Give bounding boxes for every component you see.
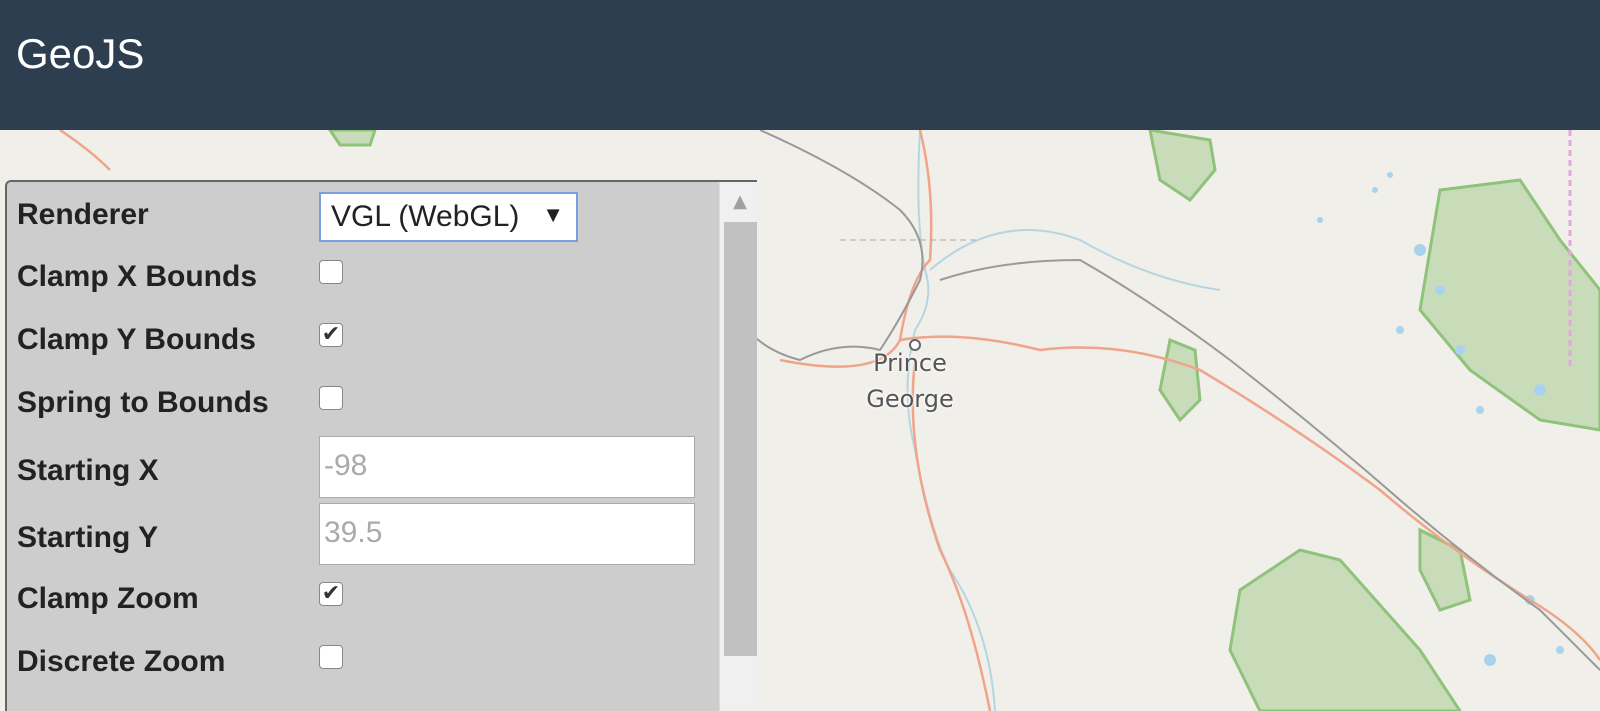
start-y-label: Starting Y: [17, 521, 159, 554]
clamp-zoom-row: Clamp Zoom ✔: [17, 568, 697, 628]
clamp-y-row: Clamp Y Bounds ✔: [17, 309, 697, 369]
discrete-zoom-checkbox[interactable]: [319, 645, 343, 669]
renderer-row: Renderer VGL (WebGL) ▼: [17, 184, 697, 244]
controls-panel: Renderer VGL (WebGL) ▼ Clamp X Bounds Cl…: [5, 180, 757, 711]
start-x-label: Starting X: [17, 454, 159, 487]
spring-row: Spring to Bounds: [17, 372, 697, 432]
app-header: GeoJS: [0, 0, 1600, 130]
city-label-line1: Prince: [873, 349, 947, 377]
spring-label: Spring to Bounds: [17, 386, 269, 419]
clamp-x-row: Clamp X Bounds: [17, 246, 697, 306]
clamp-zoom-label: Clamp Zoom: [17, 582, 199, 615]
start-x-row: Starting X -98: [17, 436, 697, 498]
start-y-row: Starting Y 39.5: [17, 503, 697, 565]
clamp-x-checkbox[interactable]: [319, 260, 343, 284]
scroll-thumb[interactable]: [724, 222, 757, 656]
scroll-up-icon[interactable]: ▲: [720, 182, 757, 218]
renderer-select[interactable]: VGL (WebGL) ▼: [319, 192, 578, 242]
discrete-zoom-label: Discrete Zoom: [17, 645, 226, 678]
start-x-input[interactable]: -98: [319, 436, 695, 498]
renderer-label: Renderer: [17, 198, 149, 231]
dropdown-arrow-icon: ▼: [542, 202, 564, 227]
panel-scrollbar[interactable]: ▲: [719, 182, 757, 711]
clamp-y-label: Clamp Y Bounds: [17, 323, 256, 356]
discrete-zoom-row: Discrete Zoom: [17, 631, 697, 691]
clamp-y-checkbox[interactable]: ✔: [319, 323, 343, 347]
app-title: GeoJS: [16, 30, 145, 77]
renderer-value: VGL (WebGL): [331, 200, 520, 233]
clamp-zoom-checkbox[interactable]: ✔: [319, 582, 343, 606]
spring-checkbox[interactable]: [319, 386, 343, 410]
start-y-input[interactable]: 39.5: [319, 503, 695, 565]
city-label-line2: George: [866, 385, 954, 413]
clamp-x-label: Clamp X Bounds: [17, 260, 258, 293]
city-label: Prince George: [860, 345, 960, 417]
